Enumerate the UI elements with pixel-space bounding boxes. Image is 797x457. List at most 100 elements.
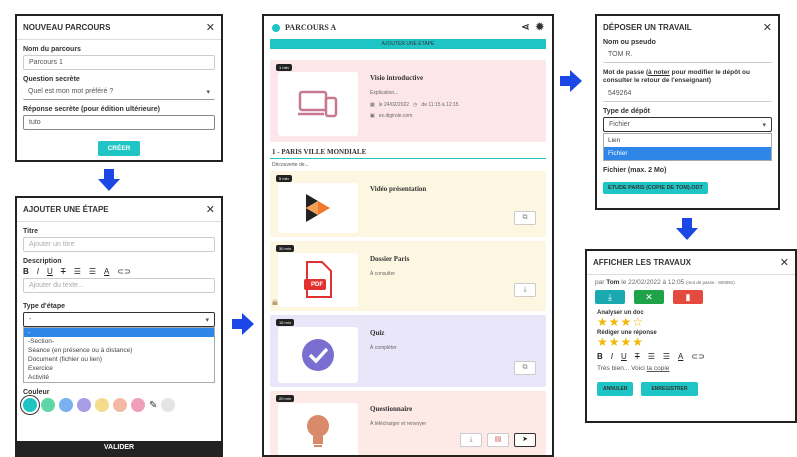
dropdown-option[interactable]: -Section-: [24, 337, 214, 346]
text-color-icon[interactable]: A: [678, 352, 683, 361]
download-icon[interactable]: ⤓: [514, 283, 536, 297]
open-external-icon[interactable]: ⧉: [514, 361, 536, 375]
color-swatch[interactable]: [95, 398, 109, 412]
secret-question-select[interactable]: Quel est mon mot préféré ? ▾: [23, 85, 215, 100]
section-title: 1 - PARIS VILLE MONDIALE: [272, 148, 367, 156]
close-icon[interactable]: ✕: [780, 256, 789, 269]
step-type-select[interactable]: - ▾: [23, 312, 215, 327]
color-swatch[interactable]: [41, 398, 55, 412]
italic-icon[interactable]: I: [37, 267, 39, 276]
download-icon[interactable]: ⤓: [460, 433, 482, 447]
create-button[interactable]: CRÉER: [97, 141, 141, 156]
step-card[interactable]: 20 min Questionnaire À télécharger et re…: [270, 391, 546, 455]
duration-badge: 20 min: [276, 395, 295, 402]
comment-link[interactable]: ta copie: [647, 365, 670, 372]
submission-type-select[interactable]: Fichier ▾: [603, 117, 772, 132]
cancel-button[interactable]: ANNULER: [597, 382, 634, 396]
pdf-label: PDF: [311, 282, 323, 288]
panel-title: AFFICHER LES TRAVAUX: [593, 258, 691, 267]
dropdown-option[interactable]: Séance (en présence ou à distance): [24, 346, 214, 355]
panel-title: DÉPOSER UN TRAVAIL: [603, 23, 692, 32]
step-link[interactable]: ex.digirole.com: [379, 113, 413, 119]
step-card[interactable]: 30 min PDF 🔒︎ Dossier Paris À consulter …: [270, 241, 546, 311]
validate-button[interactable]: VALIDER: [17, 441, 221, 455]
bullet-list-icon[interactable]: ☰: [663, 352, 670, 361]
dropdown-option[interactable]: -: [24, 328, 214, 337]
clock-icon: ◷: [413, 102, 418, 108]
file-button[interactable]: ETUDE PARIS (COPIE DE TOM).ODT: [603, 182, 708, 194]
lightbulb-icon: [307, 415, 329, 447]
submission-password: (mot de passe : 920091): [685, 280, 735, 285]
strikethrough-icon[interactable]: T: [635, 352, 640, 361]
secret-answer-input[interactable]: tuto: [23, 115, 215, 130]
open-external-icon[interactable]: ⧉: [514, 211, 536, 225]
step-thumbnail: [278, 327, 358, 383]
inbox-icon[interactable]: ▤: [487, 433, 509, 447]
close-icon[interactable]: ✕: [206, 21, 215, 34]
password-input[interactable]: 549264: [603, 87, 772, 102]
bold-icon[interactable]: B: [597, 352, 603, 361]
ordered-list-icon[interactable]: ☰: [74, 267, 81, 276]
strikethrough-icon[interactable]: T: [61, 267, 66, 276]
bold-icon[interactable]: B: [23, 267, 29, 276]
text-toolbar: B I U T ☰ ☰ A ⊂⊃: [23, 267, 215, 276]
color-swatch[interactable]: [23, 398, 37, 412]
check-circle-icon: [302, 339, 334, 371]
duration-badge: 30 min: [276, 245, 295, 252]
star-rating[interactable]: ★★★★: [597, 336, 785, 348]
send-icon[interactable]: ➤: [514, 433, 536, 447]
italic-icon[interactable]: I: [611, 352, 613, 361]
arrow-down-icon: [676, 218, 698, 240]
section-description: Découverte de...: [272, 162, 309, 168]
delete-button[interactable]: ▮: [673, 290, 703, 304]
text-color-icon[interactable]: A: [104, 267, 109, 276]
save-button[interactable]: ENREGISTRER: [641, 382, 698, 396]
eyedropper-icon[interactable]: ✎: [149, 400, 157, 411]
step-title: Quiz: [370, 329, 385, 337]
color-swatch[interactable]: [113, 398, 127, 412]
section-divider: [270, 158, 546, 159]
calendar-icon: ▦: [370, 102, 375, 108]
link-icon[interactable]: ⊂⊃: [691, 352, 704, 361]
dropdown-option[interactable]: Activité: [24, 373, 214, 382]
ordered-list-icon[interactable]: ☰: [648, 352, 655, 361]
comment-editor[interactable]: Très bien... Voici ta copie: [597, 365, 785, 372]
caret-down-icon: ▾: [205, 317, 209, 324]
link-icon: ▣: [370, 113, 375, 119]
course-name-input[interactable]: Parcours 1: [23, 55, 215, 70]
underline-icon[interactable]: U: [47, 267, 53, 276]
star-rating[interactable]: ★★★☆: [597, 316, 785, 328]
dropdown-option[interactable]: Exercice: [24, 364, 214, 373]
step-card[interactable]: 5 min Vidéo présentation ⧉: [270, 171, 546, 237]
color-swatch[interactable]: [59, 398, 73, 412]
close-icon[interactable]: ✕: [206, 203, 215, 216]
dropdown-option[interactable]: Document (fichier ou lien): [24, 355, 214, 364]
caret-down-icon: ▾: [206, 89, 210, 96]
arrow-down-icon: [98, 169, 120, 191]
dropdown-option[interactable]: Lien: [604, 134, 771, 147]
download-button[interactable]: ⤓: [595, 290, 625, 304]
step-title: Dossier Paris: [370, 255, 410, 263]
course-name-label: Nom du parcours: [23, 46, 81, 53]
bullet-list-icon[interactable]: ☰: [89, 267, 96, 276]
share-icon[interactable]: ⋖: [521, 22, 529, 33]
name-input[interactable]: TOM R.: [603, 48, 772, 63]
course-title: PARCOURS A: [285, 23, 337, 32]
color-swatch[interactable]: [161, 398, 176, 412]
step-time: de 11:15 à 12:15: [421, 102, 459, 108]
reject-button[interactable]: ✕: [634, 290, 664, 304]
color-swatch[interactable]: [77, 398, 91, 412]
dropdown-option[interactable]: Fichier: [604, 147, 771, 160]
caret-down-icon: ▾: [762, 122, 766, 129]
step-card[interactable]: 15 min Quiz À compléter ⧉: [270, 315, 546, 387]
submission-user: Tom: [606, 279, 620, 286]
color-swatch[interactable]: [131, 398, 145, 412]
gear-icon[interactable]: ✹: [536, 22, 544, 33]
title-input[interactable]: Ajouter un titre: [23, 237, 215, 252]
description-input[interactable]: Ajouter du texte...: [23, 278, 215, 293]
add-step-button[interactable]: AJOUTER UNE ÉTAPE: [270, 39, 546, 49]
close-icon[interactable]: ✕: [763, 21, 772, 34]
underline-icon[interactable]: U: [621, 352, 627, 361]
link-icon[interactable]: ⊂⊃: [117, 267, 130, 276]
step-card[interactable]: 1 min Visio introductive Explication... …: [270, 60, 546, 142]
